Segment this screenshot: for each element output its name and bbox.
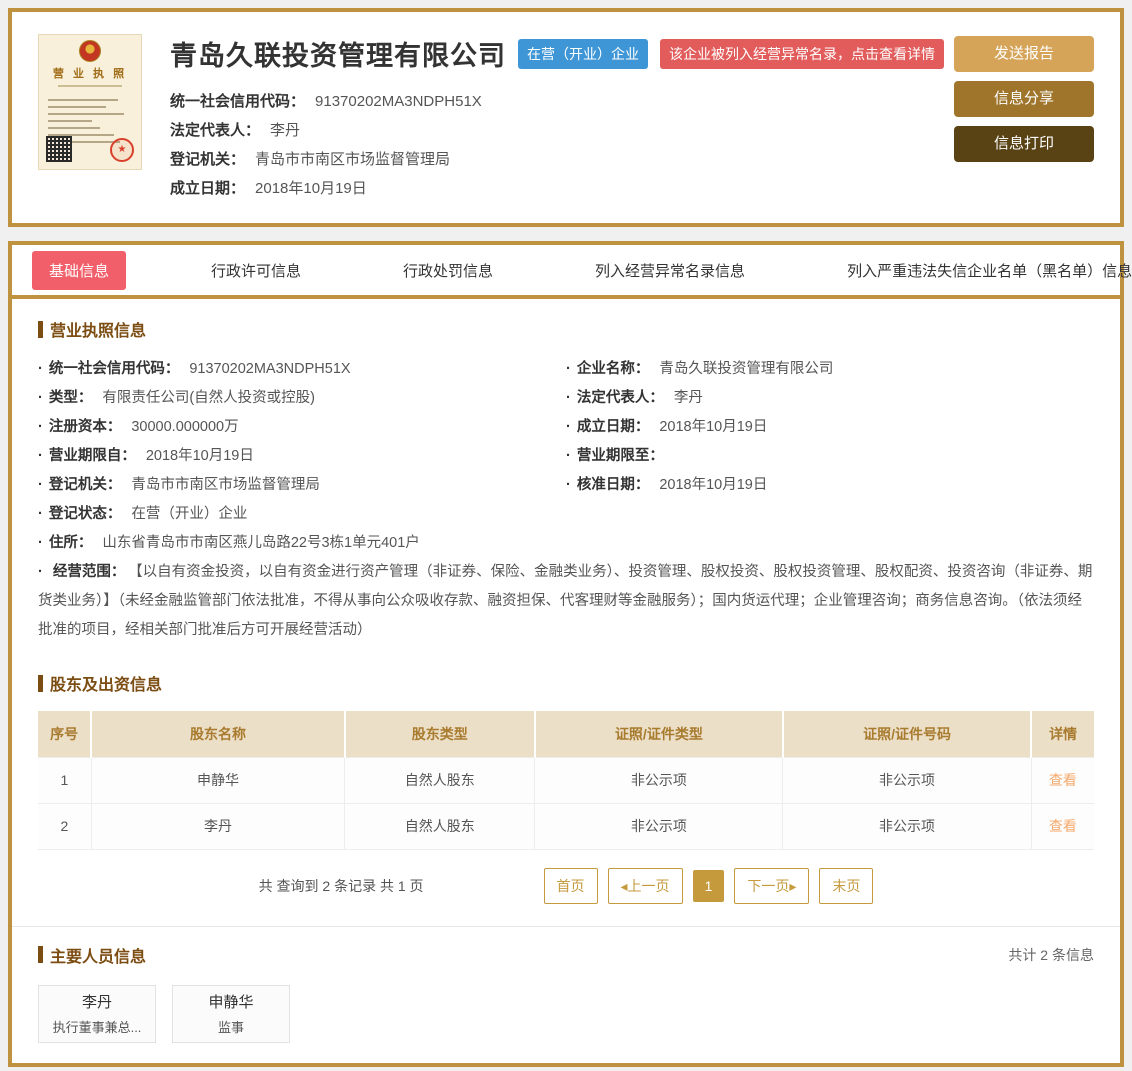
- col-header-type: 股东类型: [344, 711, 536, 757]
- tab-blacklist[interactable]: 列入严重违法失信企业名单（黑名单）信息: [830, 251, 1132, 290]
- pagination: 共 查询到 2 条记录 共 1 页 首页 ◂上一页 1 下一页▸ 末页: [38, 867, 1094, 904]
- col-header-cert-type: 证照/证件类型: [534, 711, 784, 757]
- red-seal-icon: ★: [110, 138, 134, 162]
- national-emblem-icon: [79, 40, 101, 62]
- header-field-founding-date: 成立日期： 2018年10月19日: [170, 180, 367, 197]
- send-report-button[interactable]: 发送报告: [954, 36, 1094, 72]
- license-fields-right-column: 企业名称：青岛久联投资管理有限公司 法定代表人：李丹 成立日期：2018年10月…: [566, 355, 1094, 558]
- field-registry-authority: 登记机关：青岛市市南区市场监督管理局: [38, 471, 566, 500]
- record-count-summary: 共 查询到 2 条记录 共 1 页: [258, 877, 424, 894]
- person-name: 申静华: [208, 994, 254, 1011]
- shareholders-section-title: 股东及出资信息: [38, 671, 1094, 695]
- company-header-panel: 营 业 执 照 ★ 青岛久联投资管理有限公司 在营（开业）企业 该企业被列入经营…: [8, 8, 1124, 227]
- personnel-cards: 李丹 执行董事兼总... 申静华 监事: [38, 984, 1094, 1063]
- col-header-name: 股东名称: [91, 711, 346, 757]
- pagination-first-button[interactable]: 首页: [543, 867, 598, 904]
- view-detail-link[interactable]: 查看: [1049, 772, 1077, 788]
- person-name: 李丹: [81, 994, 112, 1011]
- company-detail-panel: 基础信息 行政许可信息 行政处罚信息 列入经营异常名录信息 列入严重违法失信企业…: [8, 241, 1132, 1067]
- shareholders-table: 序号 股东名称 股东类型 证照/证件类型 证照/证件号码 详情 1 申静华 自然…: [38, 711, 1094, 850]
- field-company-type: 类型：有限责任公司(自然人投资或控股): [38, 384, 566, 413]
- license-image-subtitle-line: [58, 85, 122, 87]
- print-info-button[interactable]: 信息打印: [954, 126, 1094, 162]
- field-business-scope: 经营范围：【以自有资金投资，以自有资金进行资产管理（非证券、保险、金融类业务）、…: [38, 558, 1094, 645]
- section-title-bar: [38, 320, 43, 338]
- personnel-section: 主要人员信息 共计 2 条信息 李丹 执行董事兼总... 申静华 监事: [12, 927, 1120, 1063]
- tab-admin-penalty[interactable]: 行政处罚信息: [386, 251, 510, 290]
- col-header-detail: 详情: [1031, 711, 1094, 757]
- abnormal-warning-badge[interactable]: 该企业被列入经营异常名录，点击查看详情: [660, 38, 944, 69]
- section-title-bar: [38, 674, 43, 692]
- header-field-credit-code: 统一社会信用代码： 91370202MA3NDPH51X: [170, 93, 482, 110]
- tab-basic-info[interactable]: 基础信息: [32, 250, 127, 290]
- field-company-name: 企业名称：青岛久联投资管理有限公司: [566, 355, 1094, 384]
- pagination-prev-button[interactable]: ◂上一页: [607, 867, 683, 904]
- personnel-section-title: 主要人员信息: [38, 943, 146, 967]
- table-header-row: 序号 股东名称 股东类型 证照/证件类型 证照/证件号码 详情: [38, 711, 1094, 757]
- person-card[interactable]: 李丹 执行董事兼总...: [38, 984, 156, 1043]
- field-registered-capital: 注册资本：30000.000000万: [38, 413, 566, 442]
- pagination-last-button[interactable]: 末页: [819, 867, 874, 904]
- field-legal-rep: 法定代表人：李丹: [566, 384, 1094, 413]
- license-section-title: 营业执照信息: [38, 317, 1094, 341]
- person-role: 监事: [217, 1020, 244, 1035]
- col-header-no: 序号: [38, 711, 93, 757]
- personnel-count-text: 共计 2 条信息: [1008, 946, 1094, 963]
- tab-abnormal-list[interactable]: 列入经营异常名录信息: [578, 251, 762, 290]
- pagination-page-1-button[interactable]: 1: [692, 869, 725, 902]
- col-header-cert-no: 证照/证件号码: [782, 711, 1033, 757]
- field-approval-date: 核准日期：2018年10月19日: [566, 471, 1094, 500]
- license-image-title: 营 业 执 照: [52, 68, 128, 80]
- status-badge: 在营（开业）企业: [518, 38, 648, 69]
- tab-bar: 基础信息 行政许可信息 行政处罚信息 列入经营异常名录信息 列入严重违法失信企业…: [12, 245, 1132, 299]
- license-fields-left-column: 统一社会信用代码：91370202MA3NDPH51X 类型：有限责任公司(自然…: [38, 355, 566, 558]
- field-credit-code: 统一社会信用代码：91370202MA3NDPH51X: [38, 355, 566, 384]
- tab-admin-license[interactable]: 行政许可信息: [194, 251, 318, 290]
- license-info-section: 营业执照信息 统一社会信用代码：91370202MA3NDPH51X 类型：有限…: [12, 299, 1120, 645]
- field-term-from: 营业期限自：2018年10月19日: [38, 442, 566, 471]
- table-row: 2 李丹 自然人股东 非公示项 非公示项 查看: [38, 802, 1094, 850]
- share-info-button[interactable]: 信息分享: [954, 81, 1094, 117]
- view-detail-link[interactable]: 查看: [1049, 818, 1077, 834]
- header-field-legal-rep: 法定代表人： 李丹: [170, 122, 301, 139]
- field-registration-status: 登记状态：在营（开业）企业: [38, 500, 566, 529]
- table-row: 1 申静华 自然人股东 非公示项 非公示项 查看: [38, 756, 1094, 804]
- person-role: 执行董事兼总...: [52, 1020, 142, 1035]
- field-address: 住所：山东省青岛市市南区燕儿岛路22号3栋1单元401户: [38, 529, 566, 558]
- pager-buttons: 首页 ◂上一页 1 下一页▸ 末页: [543, 867, 874, 904]
- shareholders-section: 股东及出资信息 序号 股东名称 股东类型 证照/证件类型 证照/证件号码 详情: [12, 645, 1120, 904]
- business-license-image: 营 业 执 照 ★: [38, 34, 142, 170]
- qr-code-icon: [46, 136, 72, 162]
- header-field-registry: 登记机关： 青岛市市南区市场监督管理局: [170, 151, 451, 168]
- pagination-next-button[interactable]: 下一页▸: [734, 867, 810, 904]
- field-founding-date: 成立日期：2018年10月19日: [566, 413, 1094, 442]
- person-card[interactable]: 申静华 监事: [172, 984, 290, 1043]
- section-title-bar: [38, 946, 43, 963]
- company-name-title: 青岛久联投资管理有限公司: [170, 41, 506, 71]
- field-term-to: 营业期限至：: [566, 442, 1094, 471]
